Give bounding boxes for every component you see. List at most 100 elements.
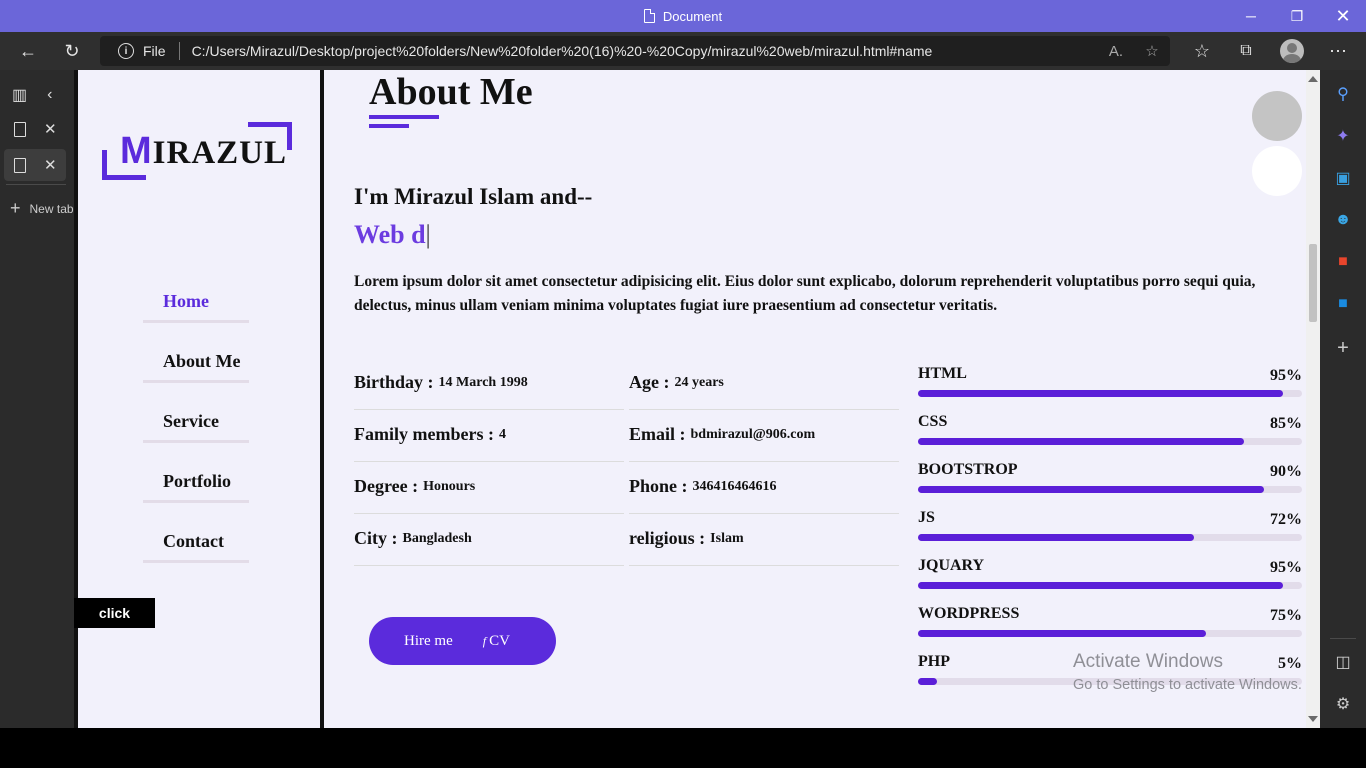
skill-percent: 95%: [1270, 559, 1302, 576]
skill-progress-track: [918, 390, 1302, 397]
nav-about-me[interactable]: About Me: [143, 339, 249, 383]
cv-icon: f: [482, 633, 487, 648]
site-logo[interactable]: MIRAZUL: [102, 120, 292, 184]
watermark-subtitle: Go to Settings to activate Windows.: [1073, 677, 1302, 693]
restore-button[interactable]: ❐: [1274, 0, 1320, 32]
url-text[interactable]: C:/Users/Mirazul/Desktop/project%20folde…: [192, 43, 933, 59]
about-section: About Me I'm Mirazul Islam and-- Web d| …: [324, 70, 1306, 728]
edge-sidebar: ⚲ ✦ ▣ ☻ ■ ■ + ◫ ⚙: [1320, 70, 1366, 728]
skill-percent: 90%: [1270, 463, 1302, 480]
edge-sidebar-divider: [1330, 638, 1356, 639]
document-icon: [643, 9, 655, 23]
info-degree: Degree : Honours: [354, 462, 624, 514]
scroll-thumb[interactable]: [1309, 244, 1317, 322]
nav-portfolio[interactable]: Portfolio: [143, 459, 249, 503]
theme-circle[interactable]: [1252, 146, 1302, 196]
shopping-icon[interactable]: ▣: [1333, 168, 1353, 188]
skill-name: CSS: [918, 413, 948, 430]
vertical-tabs-panel: ▥ ‹ ✕ ✕ + New tab: [0, 70, 74, 728]
skill-name: JQUARY: [918, 557, 985, 574]
skill-progress-track: [918, 438, 1302, 445]
copilot-icon[interactable]: ✦: [1333, 126, 1353, 146]
page-viewport: MIRAZUL Home About Me Service Portfolio …: [74, 70, 1306, 728]
skill-name: BOOTSTROP: [918, 461, 1018, 478]
settings-gear-icon[interactable]: ⚙: [1333, 694, 1353, 714]
more-menu-icon[interactable]: ⋯: [1320, 32, 1356, 70]
activate-windows-watermark: Activate Windows Go to Settings to activ…: [1073, 651, 1302, 693]
back-icon[interactable]: ←: [10, 32, 46, 70]
new-tab-button[interactable]: + New tab: [10, 198, 74, 219]
hide-sidebar-icon[interactable]: ◫: [1333, 652, 1353, 672]
skill-percent: 85%: [1270, 415, 1302, 432]
page-scrollbar[interactable]: [1306, 70, 1320, 728]
cv-button[interactable]: f CV: [483, 633, 510, 650]
collapse-chevron-icon[interactable]: ‹: [47, 86, 52, 104]
skill-row: BOOTSTROP 90%: [918, 461, 1302, 501]
skill-progress-track: [918, 534, 1302, 541]
browser-toolbar: ← ↻ i File C:/Users/Mirazul/Desktop/proj…: [0, 32, 1366, 70]
title-underline: [369, 115, 439, 119]
nav-service[interactable]: Service: [143, 399, 249, 443]
tab-item-active[interactable]: ✕: [4, 149, 66, 181]
plus-icon: +: [10, 198, 21, 218]
hire-label[interactable]: Hire me: [404, 633, 453, 650]
address-bar[interactable]: i File C:/Users/Mirazul/Desktop/project%…: [100, 36, 1170, 66]
skill-name: PHP: [918, 653, 950, 670]
info-phone: Phone :346416464616: [629, 462, 899, 514]
skill-row: WORDPRESS 75%: [918, 605, 1302, 645]
minimize-button[interactable]: ─: [1228, 0, 1274, 32]
info-icon[interactable]: i: [118, 43, 134, 59]
skill-progress-fill: [918, 678, 938, 685]
office-icon[interactable]: ■: [1333, 252, 1353, 272]
about-description: Lorem ipsum dolor sit amet consectetur a…: [354, 273, 1256, 314]
outlook-icon[interactable]: ■: [1333, 294, 1353, 314]
site-sidebar: MIRAZUL Home About Me Service Portfolio …: [74, 70, 324, 728]
collections-icon[interactable]: ⧉: [1228, 32, 1264, 70]
skill-row: CSS 85%: [918, 413, 1302, 453]
skill-name: HTML: [918, 365, 967, 382]
intro-heading: I'm Mirazul Islam and--: [354, 184, 593, 209]
title-bar: Document ─ ❐ ✕: [0, 0, 1366, 32]
info-religious: religious : Islam: [629, 514, 899, 566]
info-birthday: Birthday :14 March 1998: [354, 358, 624, 410]
click-toggle-button[interactable]: click: [74, 598, 155, 628]
skill-progress-fill: [918, 390, 1283, 397]
profile-avatar-icon[interactable]: [1280, 39, 1304, 63]
section-title: About Me: [369, 71, 533, 113]
close-tab-icon[interactable]: ✕: [44, 156, 57, 174]
people-icon[interactable]: ☻: [1333, 210, 1353, 230]
skill-progress-fill: [918, 534, 1195, 541]
panel-icon[interactable]: ▥: [12, 85, 27, 105]
skill-progress-fill: [918, 630, 1206, 637]
skill-name: WORDPRESS: [918, 605, 1020, 622]
search-icon[interactable]: ⚲: [1333, 84, 1353, 104]
nav-home[interactable]: Home: [143, 279, 249, 323]
watermark-title: Activate Windows: [1073, 651, 1223, 672]
typing-text: Web d|: [354, 220, 431, 249]
logo-text: MIRAZUL: [120, 130, 288, 172]
skill-progress-fill: [918, 438, 1245, 445]
add-favorite-icon[interactable]: ☆: [1134, 36, 1170, 66]
title-underline: [369, 124, 409, 128]
skill-progress-fill: [918, 486, 1264, 493]
hire-me-button[interactable]: Hire me f CV: [369, 617, 556, 665]
tab-panel-toggle[interactable]: ▥ ‹: [4, 79, 66, 111]
skill-row: JS 72%: [918, 509, 1302, 549]
close-tab-icon[interactable]: ✕: [44, 120, 57, 138]
skill-percent: 72%: [1270, 511, 1302, 528]
scroll-down-arrow-icon[interactable]: [1308, 716, 1318, 722]
nav-contact[interactable]: Contact: [143, 519, 249, 563]
info-family: Family members :4: [354, 410, 624, 462]
info-email: Email : bdmirazul@906.com: [629, 410, 899, 462]
favorites-icon[interactable]: ☆: [1184, 32, 1220, 70]
add-tool-icon[interactable]: +: [1333, 337, 1353, 359]
read-aloud-icon[interactable]: A.: [1098, 36, 1134, 66]
tab-item[interactable]: ✕: [4, 113, 66, 145]
theme-circle[interactable]: [1252, 91, 1302, 141]
scroll-up-arrow-icon[interactable]: [1308, 76, 1318, 82]
refresh-icon[interactable]: ↻: [54, 32, 90, 70]
close-window-button[interactable]: ✕: [1320, 0, 1366, 32]
skill-percent: 95%: [1270, 367, 1302, 384]
skill-progress-track: [918, 486, 1302, 493]
skill-row: JQUARY 95%: [918, 557, 1302, 597]
